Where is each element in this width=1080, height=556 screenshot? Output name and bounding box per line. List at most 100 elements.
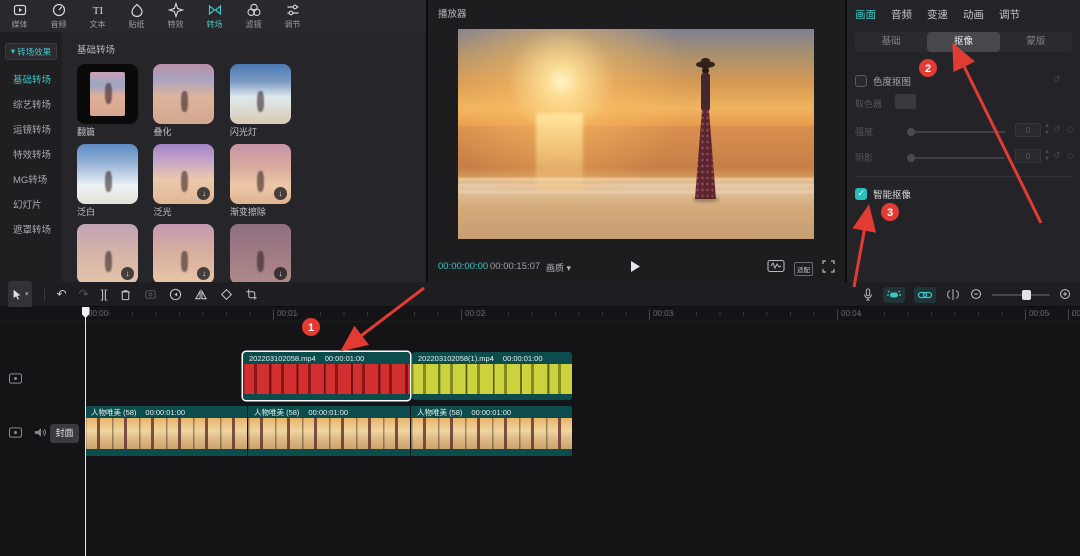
sidebar-item-mg-transitions[interactable]: MG转场 <box>0 168 62 193</box>
transition-item[interactable]: 翻篇 <box>77 64 138 140</box>
tab-audio[interactable]: 音频 <box>891 7 912 22</box>
timeline-clip-red[interactable]: 202203102058.mp4 00:00:01:00 <box>243 352 410 400</box>
transition-item[interactable]: ↓ <box>229 224 291 282</box>
shadow-value[interactable]: 0 <box>1015 149 1041 163</box>
clip-filmstrip <box>243 364 410 394</box>
sidebar-item-camera-transitions[interactable]: 运镜转场 <box>0 118 62 143</box>
microphone-icon[interactable] <box>862 287 874 302</box>
tab-speed[interactable]: 变速 <box>927 7 948 22</box>
sidebar-item-basic-transitions[interactable]: 基础转场 <box>0 68 62 93</box>
transition-label: 渐变擦除 <box>229 207 266 217</box>
timeline-zoom-slider[interactable] <box>992 289 1050 300</box>
text-icon: TI <box>90 2 106 18</box>
freeze-frame-icon[interactable] <box>144 288 157 301</box>
redo-icon[interactable]: ↷ <box>79 282 89 307</box>
subtab-matting[interactable]: 抠像 <box>927 32 1000 52</box>
player-panel: 播放器 00:00:00:00 00:00:15:07 画质 ▾ 适配 <box>428 0 845 282</box>
crop-icon[interactable] <box>245 288 258 301</box>
transition-item[interactable]: ↓ 模糊 <box>77 224 138 282</box>
ruler-label: 00:04 <box>837 309 861 320</box>
keyframe-icon[interactable]: ◇ <box>1067 150 1074 161</box>
subtab-basic[interactable]: 基础 <box>855 32 927 52</box>
toolbar-item-media[interactable]: 媒体 <box>0 0 39 32</box>
zoom-in-icon[interactable] <box>1059 288 1072 301</box>
main-track-clip[interactable]: 人物唯美 (58) 00:00:01:00 <box>411 406 572 456</box>
toolbar-item-transition[interactable]: 转场 <box>195 0 234 32</box>
track2-visibility-icon[interactable] <box>8 426 23 444</box>
shadow-slider[interactable] <box>907 154 1005 162</box>
cover-button[interactable]: 封面 <box>50 424 79 443</box>
current-time: 00:00:00:00 <box>438 261 489 272</box>
svg-text:TI: TI <box>92 5 103 17</box>
play-button[interactable] <box>628 259 642 279</box>
shadow-row: 阴影 0 ▲ ▼ ↺ ◇ <box>855 148 1074 168</box>
zoom-slider-handle[interactable] <box>1022 289 1031 300</box>
smart-matting-checkbox[interactable] <box>855 188 867 200</box>
slider-handle[interactable] <box>907 154 915 162</box>
speaker-icon[interactable] <box>33 426 47 444</box>
magnet-toggle[interactable] <box>883 286 905 303</box>
select-tool[interactable]: ▾ <box>8 281 32 308</box>
preview-axis-icon[interactable] <box>945 288 961 301</box>
video-preview[interactable] <box>458 29 814 239</box>
reverse-icon[interactable] <box>169 288 182 301</box>
properties-panel: 画面 音频 变速 动画 调节 基础 抠像 蒙版 色度抠图 ↺ 取色器 强度 0 … <box>847 0 1080 282</box>
transition-item[interactable]: ↓ 渐变擦除 <box>229 144 291 220</box>
sidebar-item-mask-transitions[interactable]: 遮罩转场 <box>0 218 62 243</box>
timeline-clip-green[interactable]: 202203102058(1).mp4 00:00:01:00 <box>412 352 572 400</box>
download-icon: ↓ <box>197 187 211 200</box>
transition-item[interactable]: 泛白 <box>77 144 138 220</box>
toolbar-item-filter[interactable]: 滤镜 <box>234 0 273 32</box>
link-toggle[interactable] <box>914 286 936 303</box>
toolbar-item-sticker[interactable]: 贴纸 <box>117 0 156 32</box>
toolbar-item-audio[interactable]: 音频 <box>39 0 78 32</box>
sidebar-item-variety-transitions[interactable]: 综艺转场 <box>0 93 62 118</box>
main-track-clip[interactable]: 人物唯美 (58) 00:00:01:00 <box>85 406 247 456</box>
toolbar-item-text[interactable]: TI 文本 <box>78 0 117 32</box>
subtab-mask[interactable]: 蒙版 <box>1000 32 1072 52</box>
strength-slider[interactable] <box>907 128 1005 136</box>
split-icon[interactable]: ][ <box>101 282 108 307</box>
mirror-icon[interactable] <box>194 288 208 301</box>
delete-icon[interactable] <box>119 288 132 302</box>
strength-value[interactable]: 0 <box>1015 123 1041 137</box>
player-controls-bar: 00:00:00:00 00:00:15:07 画质 ▾ 适配 <box>428 258 845 276</box>
transition-thumbnail: ↓ <box>229 144 291 204</box>
reset-icon[interactable]: ↺ <box>1053 124 1061 135</box>
sidebar-item-effect-transitions[interactable]: 特效转场 <box>0 143 62 168</box>
zoom-out-icon[interactable] <box>970 288 983 301</box>
sidebar-item-slideshow[interactable]: 幻灯片 <box>0 193 62 218</box>
reset-icon[interactable]: ↺ <box>1053 150 1061 161</box>
toolbar-item-adjust[interactable]: 调节 <box>273 0 312 32</box>
fullscreen-icon[interactable] <box>822 259 835 278</box>
main-track-clip[interactable]: 人物唯美 (58) 00:00:01:00 <box>248 406 410 456</box>
keyframe-icon[interactable]: ◇ <box>1067 124 1074 135</box>
transition-item[interactable]: ↓ 泛光 <box>153 144 215 220</box>
collection-selector[interactable]: ▾ 转场效果 <box>5 43 57 60</box>
quality-dropdown[interactable]: 画质 ▾ <box>546 261 571 274</box>
slider-handle[interactable] <box>907 128 915 136</box>
chroma-key-checkbox[interactable] <box>855 75 867 87</box>
tab-picture[interactable]: 画面 <box>855 7 876 22</box>
toolbar-item-effects[interactable]: 特效 <box>156 0 195 32</box>
fit-ratio-button[interactable]: 适配 <box>794 261 813 276</box>
transition-item[interactable]: 叠化 <box>153 64 215 140</box>
timeline-ruler[interactable]: 00:00 00:01 00:02 00:03 00:04 00:05 00 <box>0 307 1080 322</box>
rotate-icon[interactable] <box>220 288 233 301</box>
transition-item[interactable]: 闪光灯 <box>229 64 291 140</box>
track1-visibility-icon[interactable] <box>8 372 23 390</box>
stepper-icons[interactable]: ▲ ▼ <box>1044 149 1050 163</box>
color-swatch[interactable] <box>895 94 916 109</box>
undo-icon[interactable]: ↶ <box>57 282 67 307</box>
transition-item[interactable]: ↓ 叠加 <box>153 224 215 282</box>
transitions-grid-area: 基础转场 翻篇 叠化 闪光灯 泛白 ↓ 泛光 ↓ 渐变擦除 ↓ ↓ ↓ <box>62 32 426 282</box>
timeline-tools: ▾ ↶ ↷ ][ <box>8 281 258 308</box>
tab-animation[interactable]: 动画 <box>963 7 984 22</box>
tab-adjust[interactable]: 调节 <box>999 7 1020 22</box>
playhead[interactable] <box>81 307 90 556</box>
figure-silhouette <box>257 171 265 192</box>
reset-icon[interactable]: ↺ <box>1053 74 1061 85</box>
waveform-icon[interactable] <box>767 259 785 278</box>
section-title: 基础转场 <box>77 45 116 56</box>
stepper-icons[interactable]: ▲ ▼ <box>1044 123 1050 137</box>
